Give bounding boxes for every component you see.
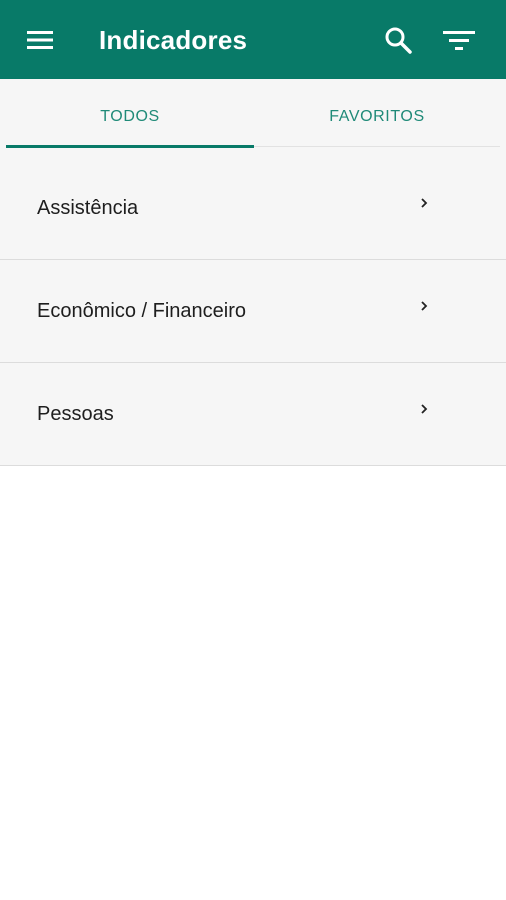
chevron-right-icon [421,404,428,414]
tab-todos[interactable]: TODOS [6,79,254,155]
list-item-label: Econômico / Financeiro [37,299,246,322]
list-item-label: Pessoas [37,402,114,425]
filter-icon [443,31,475,50]
search-button[interactable] [376,20,420,60]
indicator-category-list: Assistência Econômico / Financeiro Pesso… [0,157,506,466]
tab-favoritos[interactable]: FAVORITOS [254,79,500,155]
app-bar: Indicadores [0,0,506,79]
tab-divider [254,146,500,147]
chevron-right-icon [421,301,428,311]
page-title: Indicadores [99,25,248,55]
chevron-right-icon [421,198,428,208]
selected-tab-indicator [6,145,254,148]
filter-button[interactable] [437,20,481,60]
search-icon [385,27,412,54]
menu-button[interactable] [18,20,62,60]
list-item-pessoas[interactable]: Pessoas [0,363,506,466]
hamburger-menu-icon [27,31,53,49]
list-item-label: Assistência [37,196,139,219]
list-item-economico-financeiro[interactable]: Econômico / Financeiro [0,260,506,363]
list-item-assistencia[interactable]: Assistência [0,157,506,260]
